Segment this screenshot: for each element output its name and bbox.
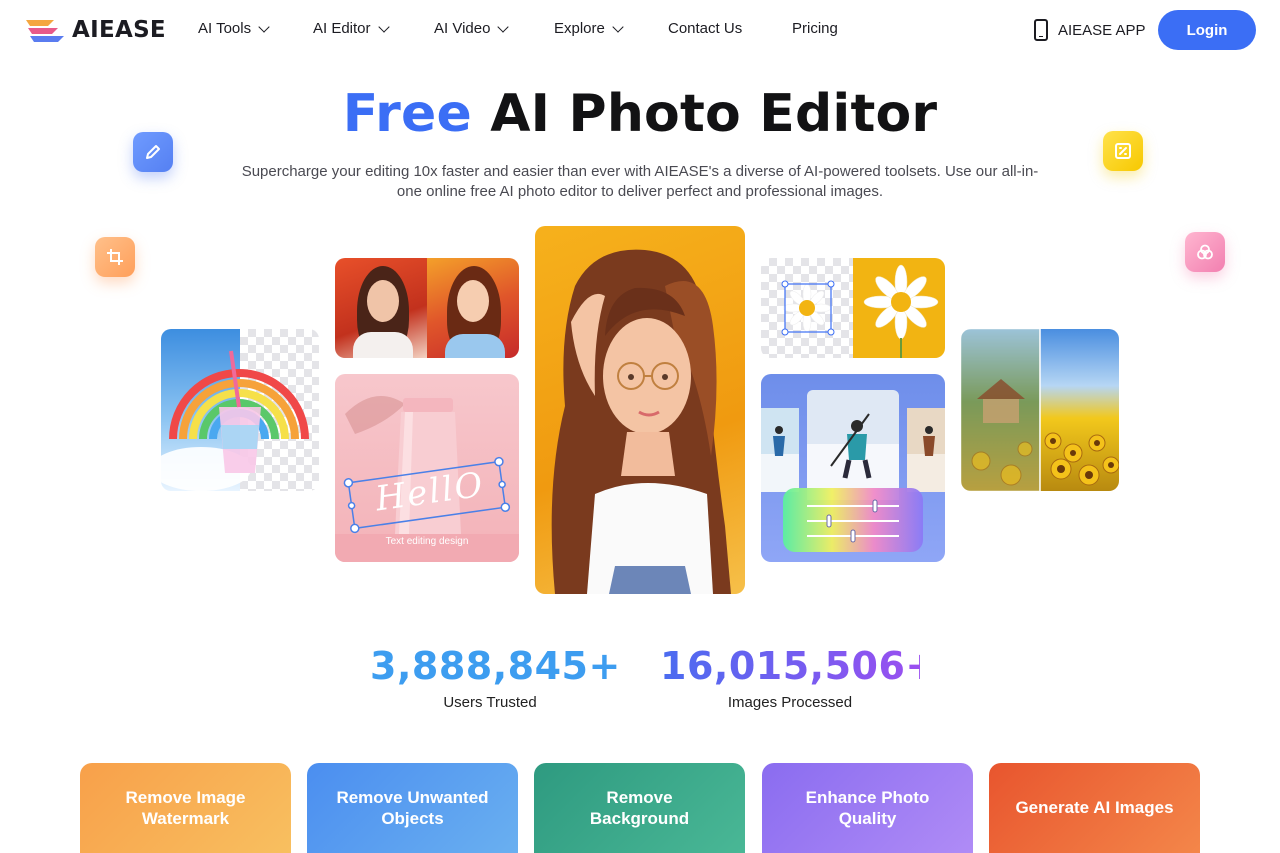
stat-label: Users Trusted	[443, 694, 537, 711]
enhance-icon	[1115, 143, 1131, 159]
aiease-logo-icon	[26, 20, 64, 42]
app-link-label: AIEASE APP	[1058, 21, 1146, 39]
portrait-stylized	[427, 258, 519, 358]
stat-images-processed: 16,015,506+ Images Processed	[660, 644, 938, 711]
photo-enhance-sample	[961, 329, 1119, 491]
title-highlight: Free	[342, 84, 472, 144]
rainbow-drink-illustration	[161, 350, 309, 491]
title-rest: AI Photo Editor	[490, 84, 938, 144]
nav-label: Pricing	[792, 20, 838, 37]
app-download-link[interactable]: AIEASE APP	[1034, 19, 1146, 41]
nav-ai-tools[interactable]: AI Tools	[198, 20, 270, 37]
nav-ai-video[interactable]: AI Video	[434, 20, 510, 37]
tool-generate-images[interactable]: Generate AI Images	[989, 763, 1200, 853]
portrait-face	[367, 280, 399, 322]
chevron-down-icon	[258, 20, 270, 33]
portrait-face	[457, 280, 489, 322]
daisy-illustration	[781, 264, 939, 358]
filter-circles-icon	[1197, 244, 1213, 260]
chevron-down-icon	[612, 20, 624, 33]
chevron-down-icon	[497, 20, 510, 33]
nav-explore[interactable]: Explore	[554, 20, 624, 37]
cosmetic-tube-illustration	[335, 396, 519, 562]
tool-remove-background[interactable]: Remove Background	[534, 763, 745, 853]
sunflower-field-illustration	[971, 329, 1119, 491]
stat-label: Images Processed	[727, 694, 853, 711]
main-portrait-image	[535, 226, 745, 594]
login-button[interactable]: Login	[1158, 10, 1256, 50]
pencil-icon	[146, 145, 160, 159]
nav-label: Contact Us	[668, 20, 743, 37]
brand-name: AIEASE	[72, 17, 166, 43]
pen-badge	[133, 132, 173, 172]
page-subtitle: Supercharge your editing 10x faster and …	[241, 163, 1039, 200]
phone-icon	[1034, 19, 1048, 41]
portrait-shirt	[353, 332, 413, 358]
skier-adjust-illustration	[761, 390, 945, 552]
nav-label: Explore	[554, 20, 605, 37]
crop-badge	[95, 237, 135, 277]
stat-users-trusted: 3,888,845+ Users Trusted	[370, 644, 621, 711]
filter-badge	[1185, 232, 1225, 272]
nav-pricing[interactable]: Pricing	[792, 20, 838, 37]
woman-portrait-illustration	[551, 249, 731, 594]
nav-label: AI Video	[434, 20, 491, 37]
nav-label: AI Editor	[313, 20, 371, 37]
adjust-badge	[1103, 131, 1143, 171]
text-card-caption: Text editing design	[385, 536, 469, 547]
background-removal-sample-image	[161, 329, 319, 491]
nav-contact-us[interactable]: Contact Us	[668, 20, 742, 37]
tool-remove-watermark[interactable]: Remove Image Watermark	[80, 763, 291, 853]
text-editing-sample: HellO Text editing design	[335, 374, 519, 562]
chevron-down-icon	[377, 20, 390, 33]
tool-remove-objects[interactable]: Remove Unwanted Objects	[307, 763, 518, 853]
crop-icon	[107, 249, 123, 265]
page-title: Free AI Photo Editor	[0, 84, 1280, 144]
nav-ai-editor[interactable]: AI Editor	[313, 20, 390, 37]
header: AIEASE AI Tools AI Editor AI Video Explo…	[0, 0, 1280, 60]
photo-adjust-sample	[761, 374, 945, 562]
ai-art-portrait-sample	[335, 258, 519, 358]
stat-value: 16,015,506+	[660, 644, 938, 688]
portrait-shirt	[445, 334, 505, 358]
brand-logo[interactable]: AIEASE	[24, 17, 166, 43]
nav-label: AI Tools	[198, 20, 252, 37]
portrait-original	[335, 258, 427, 358]
tool-enhance-quality[interactable]: Enhance Photo Quality	[762, 763, 973, 853]
object-crop-sample	[761, 258, 945, 358]
stat-value: 3,888,845+	[370, 644, 621, 688]
